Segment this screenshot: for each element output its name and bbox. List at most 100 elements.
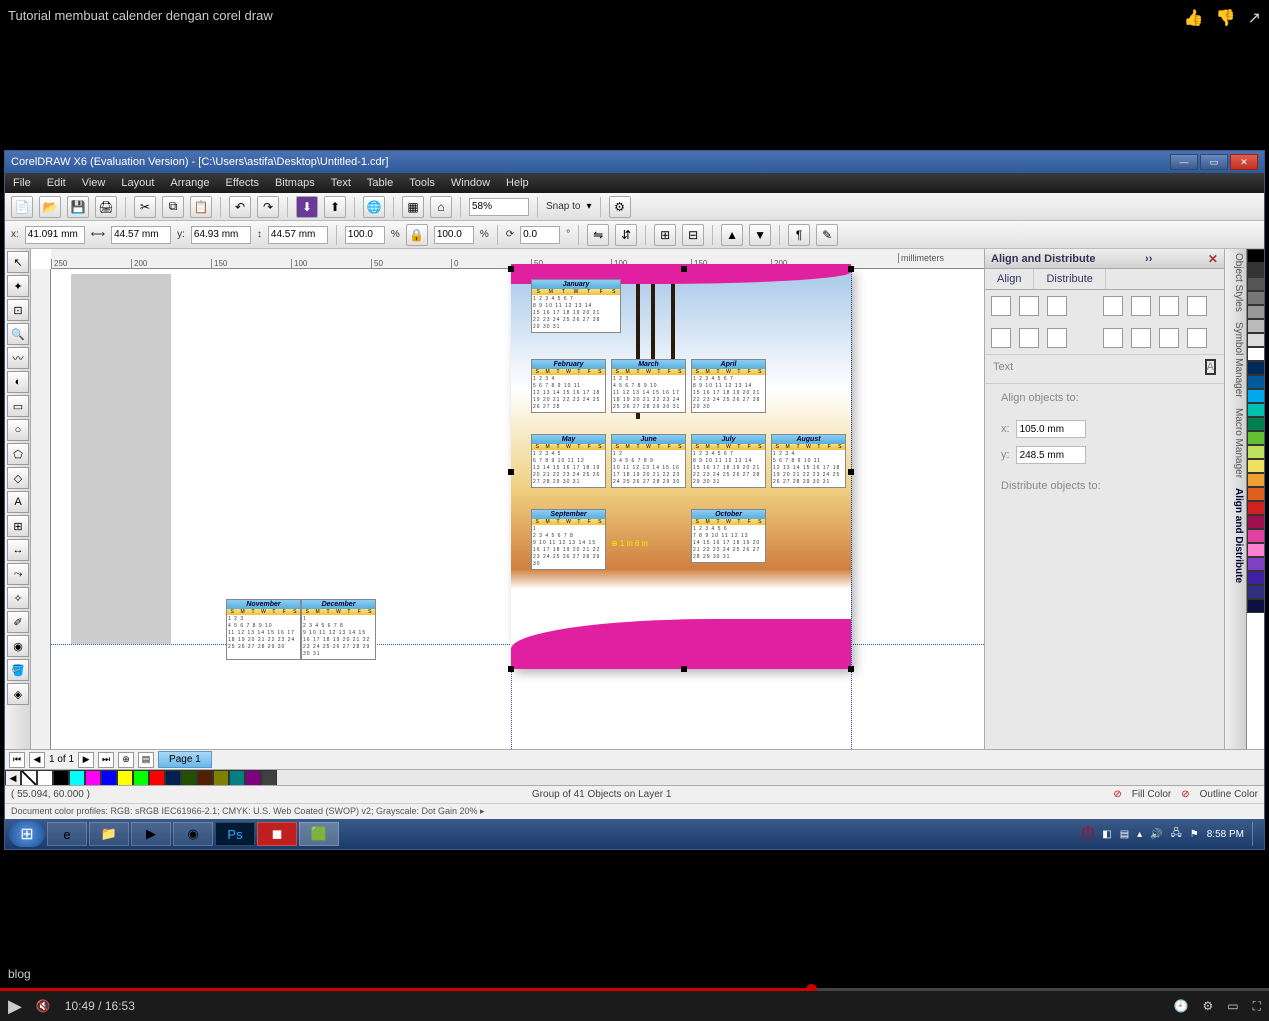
crop-tool-icon[interactable]: ⊡ (7, 299, 29, 321)
x-position-input[interactable] (25, 226, 85, 244)
outline-tool-icon[interactable]: ◉ (7, 635, 29, 657)
color-swatch[interactable] (1247, 515, 1264, 529)
rotation-input[interactable] (520, 226, 560, 244)
rectangle-tool-icon[interactable]: ▭ (7, 395, 29, 417)
color-swatch[interactable] (69, 770, 85, 786)
zoom-input[interactable] (469, 198, 529, 216)
color-swatch[interactable] (181, 770, 197, 786)
page-prev-icon[interactable]: ◀ (29, 752, 45, 768)
color-swatch[interactable] (1247, 375, 1264, 389)
color-swatch[interactable] (37, 770, 53, 786)
scale-x-input[interactable] (345, 226, 385, 244)
menu-tools[interactable]: Tools (409, 177, 435, 189)
color-swatch[interactable] (1247, 487, 1264, 501)
mirror-h-icon[interactable]: ⇋ (587, 224, 609, 246)
interactive-fill-icon[interactable]: ◈ (7, 683, 29, 705)
page-first-icon[interactable]: ⏮ (9, 752, 25, 768)
color-swatch[interactable] (1247, 277, 1264, 291)
docker-close-icon[interactable]: ✕ (1208, 252, 1218, 266)
dislike-icon[interactable]: 👎 (1216, 8, 1236, 28)
color-swatch[interactable] (117, 770, 133, 786)
options-icon[interactable]: ⚙ (609, 196, 631, 218)
page-tab[interactable]: Page 1 (158, 751, 212, 768)
month-november[interactable]: NovemberSMTWTFS1 2 34 5 6 7 8 9 1011 12 … (226, 599, 301, 660)
tray-chevron-icon[interactable]: ▴ (1137, 829, 1142, 840)
app-launcher-icon[interactable]: ▦ (402, 196, 424, 218)
color-swatch[interactable] (1247, 417, 1264, 431)
to-back-icon[interactable]: ▼ (749, 224, 771, 246)
color-swatch[interactable] (245, 770, 261, 786)
palette-scroll-left-icon[interactable]: ◀ (5, 770, 21, 786)
vtab-align-distribute[interactable]: Align and Distribute (1227, 488, 1244, 583)
color-swatch[interactable] (1247, 389, 1264, 403)
color-swatch[interactable] (1247, 501, 1264, 515)
color-swatch[interactable] (213, 770, 229, 786)
polygon-tool-icon[interactable]: ⬠ (7, 443, 29, 465)
tray-power-icon[interactable]: ⏻ (1082, 825, 1095, 843)
zoom-tool-icon[interactable]: 🔍 (7, 323, 29, 345)
menu-layout[interactable]: Layout (121, 177, 154, 189)
color-swatch[interactable] (1247, 473, 1264, 487)
to-front-icon[interactable]: ▲ (721, 224, 743, 246)
smart-fill-icon[interactable]: ◐ (7, 371, 29, 393)
dimension-tool-icon[interactable]: ↔ (7, 539, 29, 561)
tray-volume-icon[interactable]: 🔊 (1150, 829, 1162, 840)
taskbar-explorer-icon[interactable]: 📁 (89, 822, 129, 846)
guide-line[interactable] (851, 269, 852, 749)
align-center-v-icon[interactable] (1019, 328, 1039, 348)
menu-edit[interactable]: Edit (47, 177, 66, 189)
menu-table[interactable]: Table (367, 177, 393, 189)
tab-distribute[interactable]: Distribute (1034, 269, 1105, 289)
open-icon[interactable]: 📂 (39, 196, 61, 218)
eyedropper-tool-icon[interactable]: ✐ (7, 611, 29, 633)
calendar-artwork[interactable]: January SMTWTFS 1 2 3 4 5 6 78 9 10 11 1… (511, 269, 851, 669)
mirror-v-icon[interactable]: ⇵ (615, 224, 637, 246)
convert-curves-icon[interactable]: ✎ (816, 224, 838, 246)
color-swatch[interactable] (1247, 599, 1264, 613)
fill-tool-icon[interactable]: 🪣 (7, 659, 29, 681)
taskbar-media-icon[interactable]: ▶ (131, 822, 171, 846)
dist-center-h-icon[interactable] (1131, 296, 1151, 316)
redo-icon[interactable]: ↷ (257, 196, 279, 218)
tray-network-icon[interactable]: 🖧 (1171, 826, 1182, 843)
color-swatch[interactable] (1247, 333, 1264, 347)
align-left-icon[interactable] (991, 296, 1011, 316)
month-august[interactable]: AugustSMTWTFS1 2 3 45 6 7 8 9 10 1112 13… (771, 434, 846, 488)
color-swatch[interactable] (85, 770, 101, 786)
color-swatch[interactable] (133, 770, 149, 786)
watch-later-icon[interactable]: 🕘 (1174, 999, 1189, 1013)
month-may[interactable]: MaySMTWTFS1 2 3 4 56 7 8 9 10 11 1213 14… (531, 434, 606, 488)
dist-center-v-icon[interactable] (1131, 328, 1151, 348)
pick-tool-icon[interactable]: ↖ (7, 251, 29, 273)
menu-window[interactable]: Window (451, 177, 490, 189)
text-bounding-icon[interactable]: A (1205, 359, 1216, 375)
color-swatch[interactable] (165, 770, 181, 786)
start-button[interactable]: ⊞ (9, 821, 45, 847)
month-april[interactable]: AprilSMTWTFS1 2 3 4 5 6 78 9 10 11 12 13… (691, 359, 766, 413)
color-swatch[interactable] (1247, 305, 1264, 319)
dist-spacing-v-icon[interactable] (1159, 328, 1179, 348)
freehand-tool-icon[interactable]: 〰 (7, 347, 29, 369)
color-swatch[interactable] (261, 770, 277, 786)
table-tool-icon[interactable]: ⊞ (7, 515, 29, 537)
print-icon[interactable]: 🖨 (95, 196, 117, 218)
align-y-input[interactable] (1016, 446, 1086, 464)
annotation-label[interactable]: blog (8, 967, 31, 981)
ungroup-all-icon[interactable]: ⊟ (682, 224, 704, 246)
menu-text[interactable]: Text (331, 177, 351, 189)
theater-icon[interactable]: ▭ (1227, 999, 1238, 1013)
connector-tool-icon[interactable]: ⤳ (7, 563, 29, 585)
outline-color-label[interactable]: Outline Color (1200, 789, 1258, 800)
undo-icon[interactable]: ↶ (229, 196, 251, 218)
chevron-down-icon[interactable]: ▾ (586, 201, 591, 212)
color-swatch[interactable] (1247, 543, 1264, 557)
color-swatch[interactable] (1247, 459, 1264, 473)
color-swatch[interactable] (197, 770, 213, 786)
dist-bottom-icon[interactable] (1187, 328, 1207, 348)
ellipse-tool-icon[interactable]: ○ (7, 419, 29, 441)
show-desktop-button[interactable] (1252, 822, 1260, 846)
publish-icon[interactable]: 🌐 (363, 196, 385, 218)
color-swatch[interactable] (1247, 571, 1264, 585)
basic-shapes-icon[interactable]: ◇ (7, 467, 29, 489)
color-swatch[interactable] (1247, 445, 1264, 459)
